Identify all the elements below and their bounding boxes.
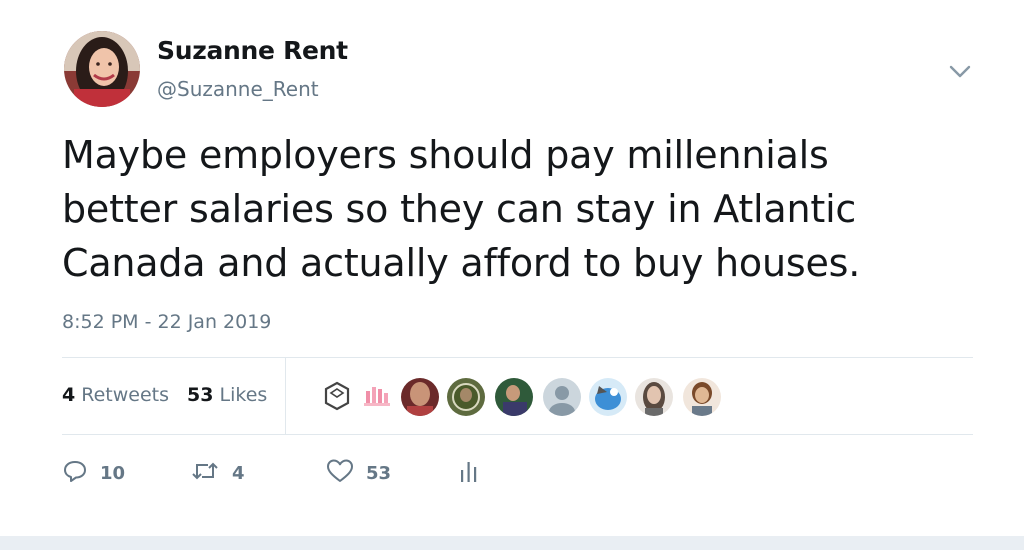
divider-bottom [62,434,973,435]
tweet-card: Suzanne Rent @Suzanne_Rent Maybe employe… [0,0,1024,536]
liker-avatar[interactable] [542,377,582,417]
tweet-timestamp[interactable]: 8:52 PM - 22 Jan 2019 [62,311,271,333]
analytics-button[interactable] [458,458,480,488]
author-name[interactable]: Suzanne Rent [157,36,348,65]
stats-divider [285,358,286,434]
reply-count: 10 [100,462,126,484]
author-avatar[interactable] [64,31,140,107]
likes-label: Likes [219,384,268,406]
analytics-icon [458,458,480,488]
retweet-icon [190,458,220,488]
likes-stat-link[interactable]: 53 Likes [187,384,267,406]
reply-button[interactable]: 10 [62,458,125,488]
liker-avatar[interactable] [634,377,674,417]
reply-icon [62,458,88,488]
chevron-down-icon[interactable] [946,60,974,82]
retweets-stat-link[interactable]: 4 Retweets [62,384,169,406]
liker-avatar[interactable] [400,377,440,417]
liker-avatar[interactable] [494,377,534,417]
tweet-stats: 4 Retweets 53 Likes [62,384,279,406]
liker-avatar[interactable] [318,377,356,415]
like-icon [326,458,354,488]
retweets-label: Retweets [81,384,169,406]
retweets-count: 4 [62,384,76,406]
divider-top [62,357,973,358]
liker-avatar[interactable] [356,377,394,415]
tweet-text: Maybe employers should pay millennials b… [62,133,861,285]
page-bottom-band [0,536,1024,550]
liker-avatar[interactable] [682,377,722,417]
like-count: 53 [366,462,392,484]
liker-avatar[interactable] [588,377,628,417]
liker-avatar[interactable] [446,377,486,417]
retweet-count: 4 [232,462,245,484]
likes-count: 53 [187,384,214,406]
retweet-button[interactable]: 4 [190,458,245,488]
author-handle[interactable]: @Suzanne_Rent [157,77,319,101]
like-button[interactable]: 53 [326,458,391,488]
